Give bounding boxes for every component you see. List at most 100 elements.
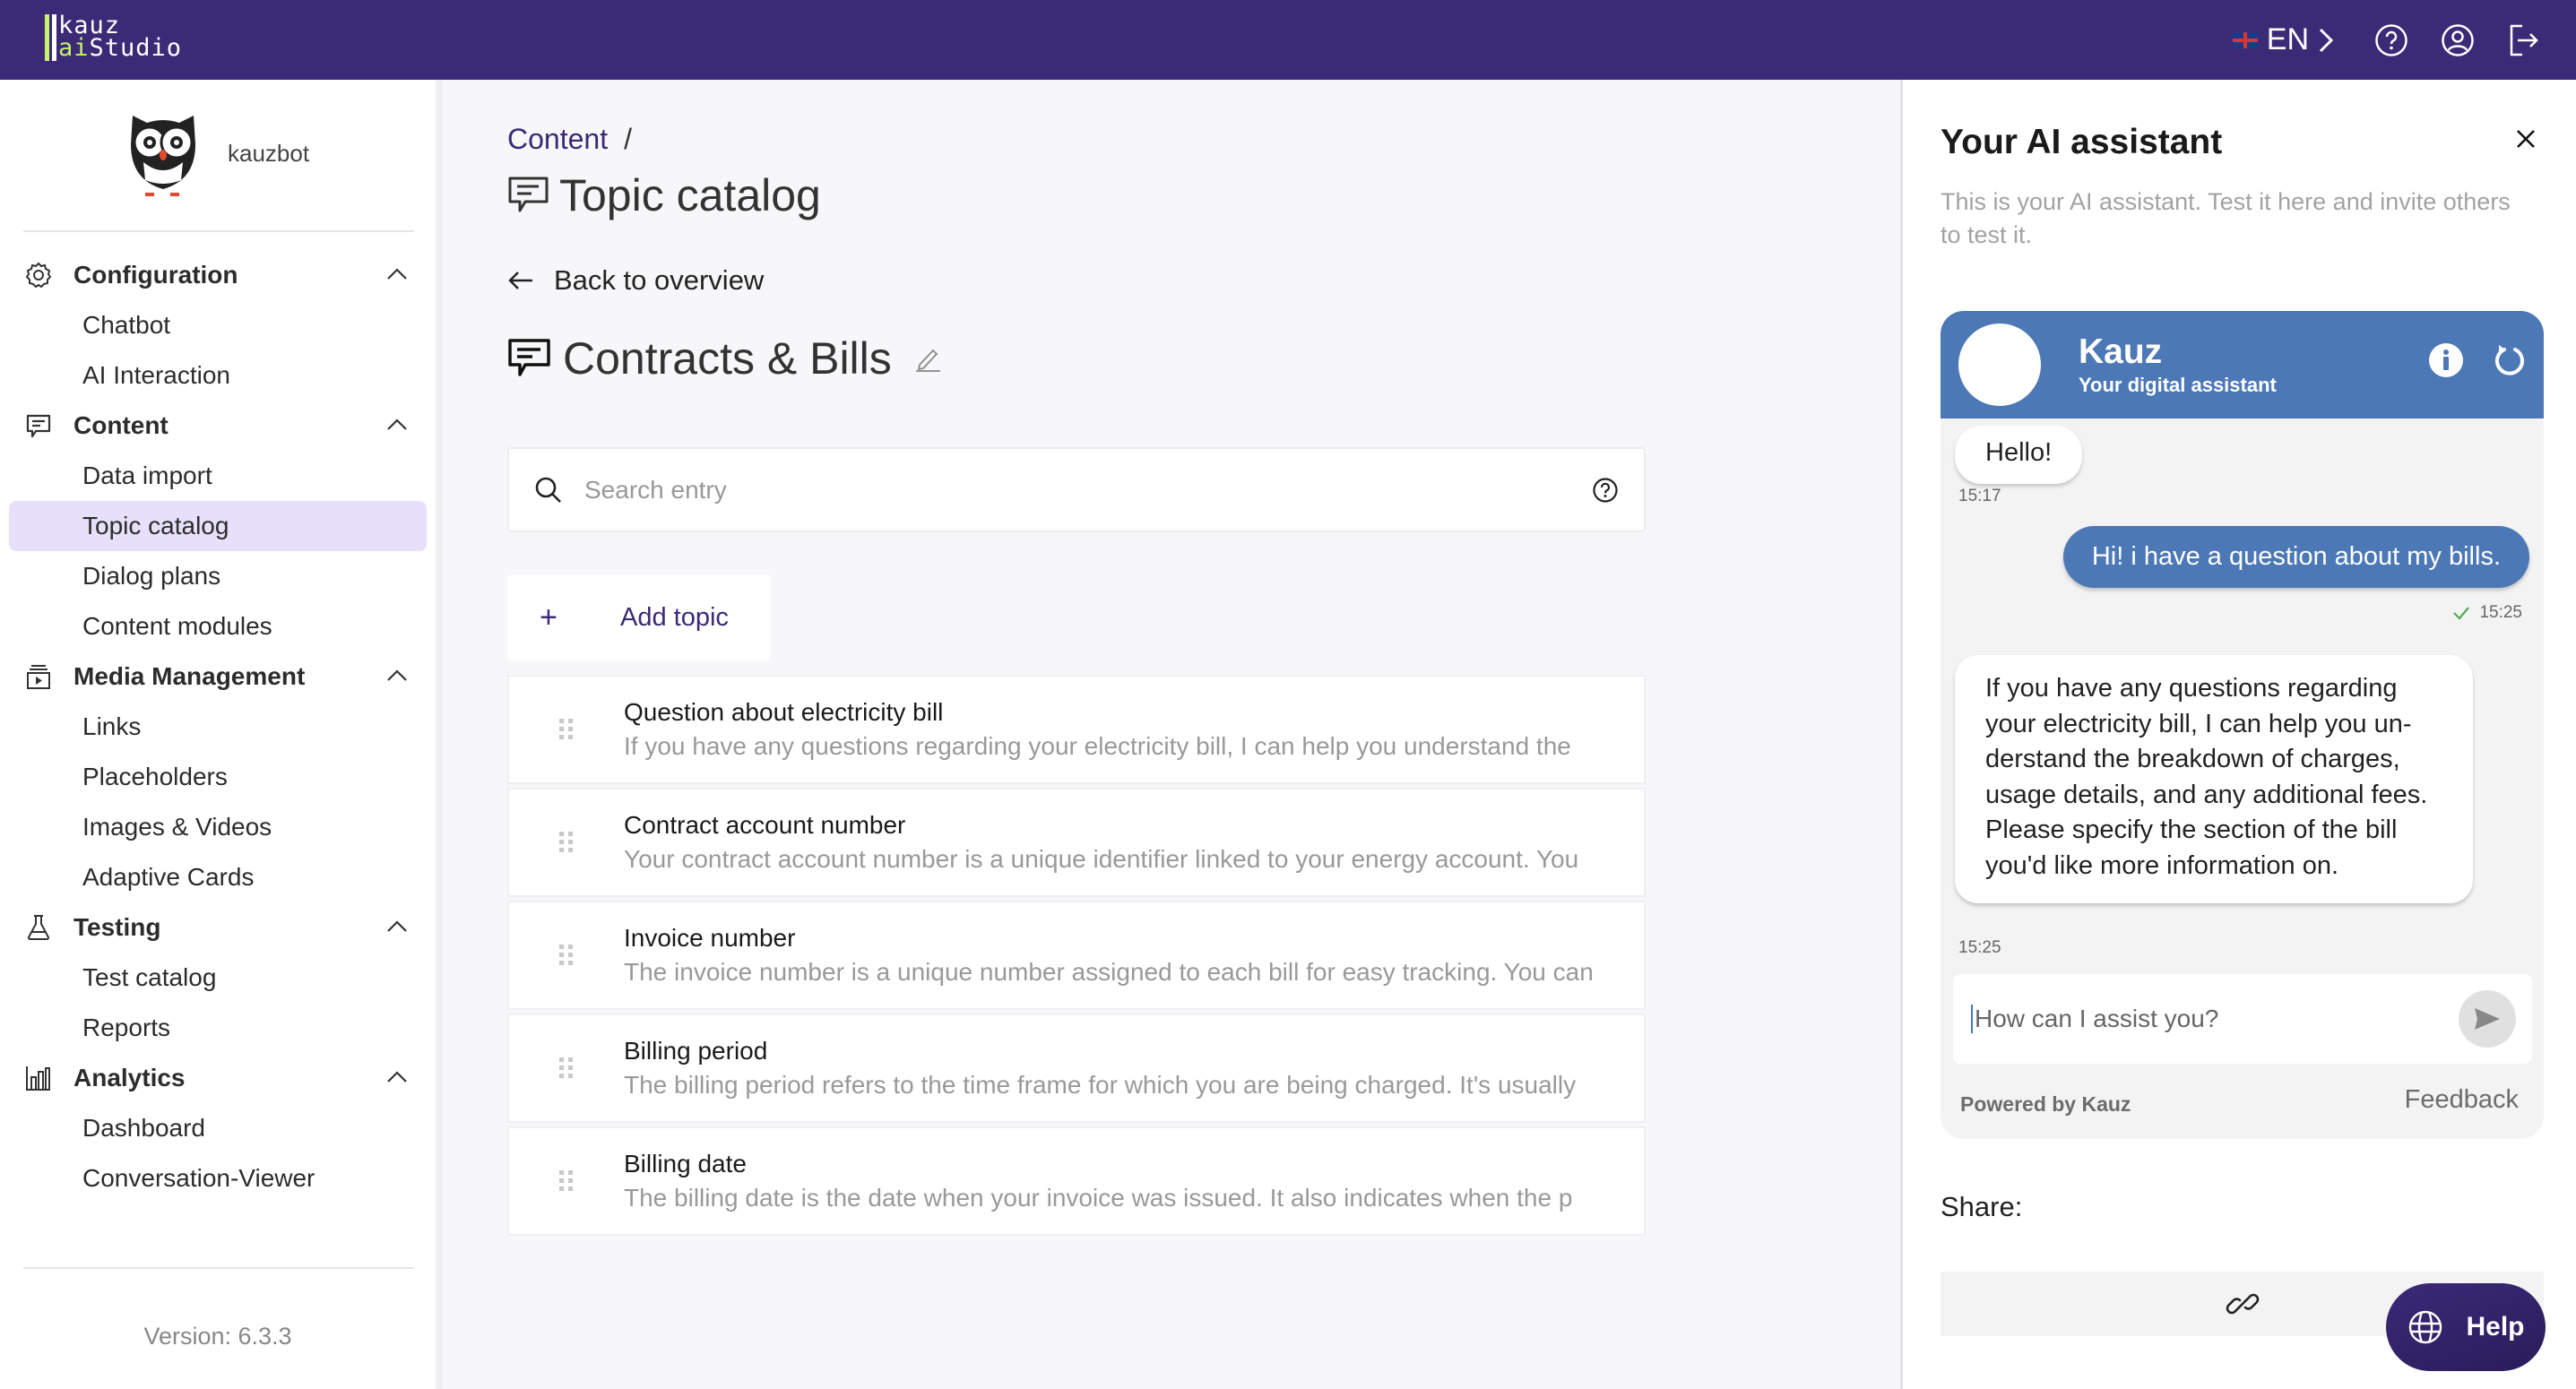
- message-time: 15:17: [1958, 487, 2001, 505]
- nav-group-media-management[interactable]: Media Management: [0, 651, 436, 702]
- message-time: 15:25: [1958, 938, 2001, 957]
- topic-row[interactable]: Billing date The billing date is the dat…: [507, 1126, 1646, 1236]
- language-code: EN: [2266, 22, 2309, 56]
- chevron-up-icon[interactable]: [385, 263, 409, 286]
- globe-icon: [2409, 1310, 2442, 1344]
- sidebar-divider: [23, 230, 414, 232]
- user-account-icon[interactable]: [2440, 22, 2476, 58]
- sidebar-item-conversation-viewer[interactable]: Conversation-Viewer: [9, 1153, 427, 1204]
- topic-group-title: Contracts & Bills: [507, 332, 942, 384]
- feedback-link[interactable]: Feedback: [2405, 1085, 2519, 1115]
- sidebar-edge: [436, 80, 443, 1389]
- sidebar-item-chatbot[interactable]: Chatbot: [9, 300, 427, 350]
- nav-group-content[interactable]: Content: [0, 401, 436, 451]
- sidebar-item-content-modules[interactable]: Content modules: [9, 601, 427, 651]
- topic-row[interactable]: Invoice number The invoice number is a u…: [507, 901, 1646, 1010]
- gear-icon: [23, 260, 54, 290]
- uk-flag-icon: [2232, 31, 2258, 48]
- app-version: Version: 6.3.3: [143, 1323, 292, 1350]
- help-circle-icon[interactable]: [2373, 22, 2409, 58]
- pencil-edit-icon[interactable]: [915, 345, 942, 372]
- sidebar-divider: [23, 1267, 414, 1269]
- sidebar-item-data-import[interactable]: Data import: [9, 451, 427, 501]
- topic-description: Your contract account number is a unique…: [624, 845, 1579, 873]
- nav-group-configuration[interactable]: Configuration: [0, 250, 436, 300]
- sidebar-item-dashboard[interactable]: Dashboard: [9, 1103, 427, 1153]
- drag-handle-icon[interactable]: [509, 1169, 624, 1193]
- bot-brand[interactable]: kauzbot: [120, 108, 309, 198]
- flask-icon: [23, 912, 54, 943]
- nav-group-testing[interactable]: Testing: [0, 902, 436, 953]
- media-icon: [23, 661, 54, 692]
- topic-row[interactable]: Question about electricity bill If you h…: [507, 675, 1646, 784]
- chat-icon: [508, 177, 549, 212]
- chevron-up-icon[interactable]: [385, 664, 409, 687]
- sidebar-item-test-catalog[interactable]: Test catalog: [9, 953, 427, 1003]
- topic-title: Invoice number: [624, 924, 796, 952]
- message-time: 15:25: [2479, 603, 2522, 622]
- topic-description: The invoice number is a unique number as…: [624, 958, 1594, 986]
- chat-icon: [23, 410, 54, 441]
- topic-title: Billing date: [624, 1150, 747, 1178]
- sidebar-item-dialog-plans[interactable]: Dialog plans: [9, 551, 427, 601]
- search-input[interactable]: [584, 475, 1592, 505]
- logo-studio: Studio: [89, 34, 183, 62]
- topic-list: Question about electricity bill If you h…: [507, 675, 1646, 1239]
- user-message: Hi! i have a question about my bills.: [2062, 526, 2529, 588]
- nav-group-label: Testing: [73, 913, 161, 941]
- close-icon[interactable]: [2515, 128, 2537, 150]
- bot-message: If you have any questions regarding your…: [1955, 655, 2473, 903]
- nav-group-label: Analytics: [73, 1064, 186, 1091]
- add-topic-label: Add topic: [620, 603, 729, 632]
- sidebar-item-placeholders[interactable]: Placeholders: [9, 752, 427, 802]
- add-topic-button[interactable]: + Add topic: [507, 574, 771, 661]
- sidebar-item-images-videos[interactable]: Images & Videos: [9, 802, 427, 852]
- sidebar-item-reports[interactable]: Reports: [9, 1003, 427, 1053]
- checkmark-icon: [2453, 607, 2470, 620]
- link-icon: [2226, 1293, 2259, 1315]
- chat-header: Kauz Your digital assistant: [1941, 311, 2544, 418]
- drag-handle-icon[interactable]: [509, 944, 624, 967]
- breadcrumb-content-link[interactable]: Content: [507, 123, 608, 156]
- language-selector[interactable]: EN: [2232, 22, 2334, 57]
- sidebar-item-adaptive-cards[interactable]: Adaptive Cards: [9, 852, 427, 902]
- sidebar-item-ai-interaction[interactable]: AI Interaction: [9, 350, 427, 401]
- sidebar: kauzbot Configuration Chatbot AI Interac…: [0, 80, 436, 1389]
- chat-bot-tagline: Your digital assistant: [2079, 374, 2277, 396]
- chevron-up-icon[interactable]: [385, 413, 409, 436]
- topic-row[interactable]: Billing period The billing period refers…: [507, 1014, 1646, 1123]
- help-button[interactable]: Help: [2386, 1283, 2546, 1371]
- chevron-up-icon[interactable]: [385, 915, 409, 938]
- topic-title: Contract account number: [624, 811, 906, 839]
- drag-handle-icon[interactable]: [509, 718, 624, 741]
- chat-message-input[interactable]: [1971, 1005, 2459, 1033]
- sidebar-item-links[interactable]: Links: [9, 702, 427, 752]
- info-icon[interactable]: [2427, 341, 2465, 384]
- topic-description: The billing period refers to the time fr…: [624, 1071, 1577, 1099]
- chat-icon: [508, 339, 550, 376]
- help-circle-icon[interactable]: [1592, 477, 1619, 504]
- logout-icon[interactable]: [2506, 22, 2542, 58]
- restart-icon[interactable]: [2492, 341, 2528, 384]
- bar-chart-icon: [23, 1063, 54, 1093]
- back-to-overview-link[interactable]: Back to overview: [507, 264, 764, 297]
- top-bar: kauz aiStudio EN: [0, 0, 2576, 80]
- chevron-up-icon[interactable]: [385, 1065, 409, 1089]
- chat-widget: Kauz Your digital assistant Hello! 15:17…: [1941, 311, 2544, 1139]
- nav-group-analytics[interactable]: Analytics: [0, 1053, 436, 1103]
- topic-description: The billing date is the date when your i…: [624, 1184, 1573, 1212]
- breadcrumb: Content /: [507, 123, 632, 156]
- topic-row[interactable]: Contract account number Your contract ac…: [507, 788, 1646, 897]
- plus-icon: +: [540, 600, 558, 634]
- topic-group-title-text: Contracts & Bills: [563, 333, 892, 384]
- drag-handle-icon[interactable]: [509, 831, 624, 854]
- kauz-ai-studio-logo[interactable]: kauz aiStudio: [45, 13, 183, 62]
- topic-title: Billing period: [624, 1037, 768, 1065]
- owl-avatar-icon: [131, 116, 195, 196]
- breadcrumb-separator: /: [624, 123, 632, 155]
- sidebar-item-topic-catalog[interactable]: Topic catalog: [9, 501, 427, 551]
- bot-message: Hello!: [1955, 426, 2083, 484]
- drag-handle-icon[interactable]: [509, 1057, 624, 1080]
- nav-group-label: Configuration: [73, 261, 238, 289]
- send-button[interactable]: [2459, 990, 2516, 1048]
